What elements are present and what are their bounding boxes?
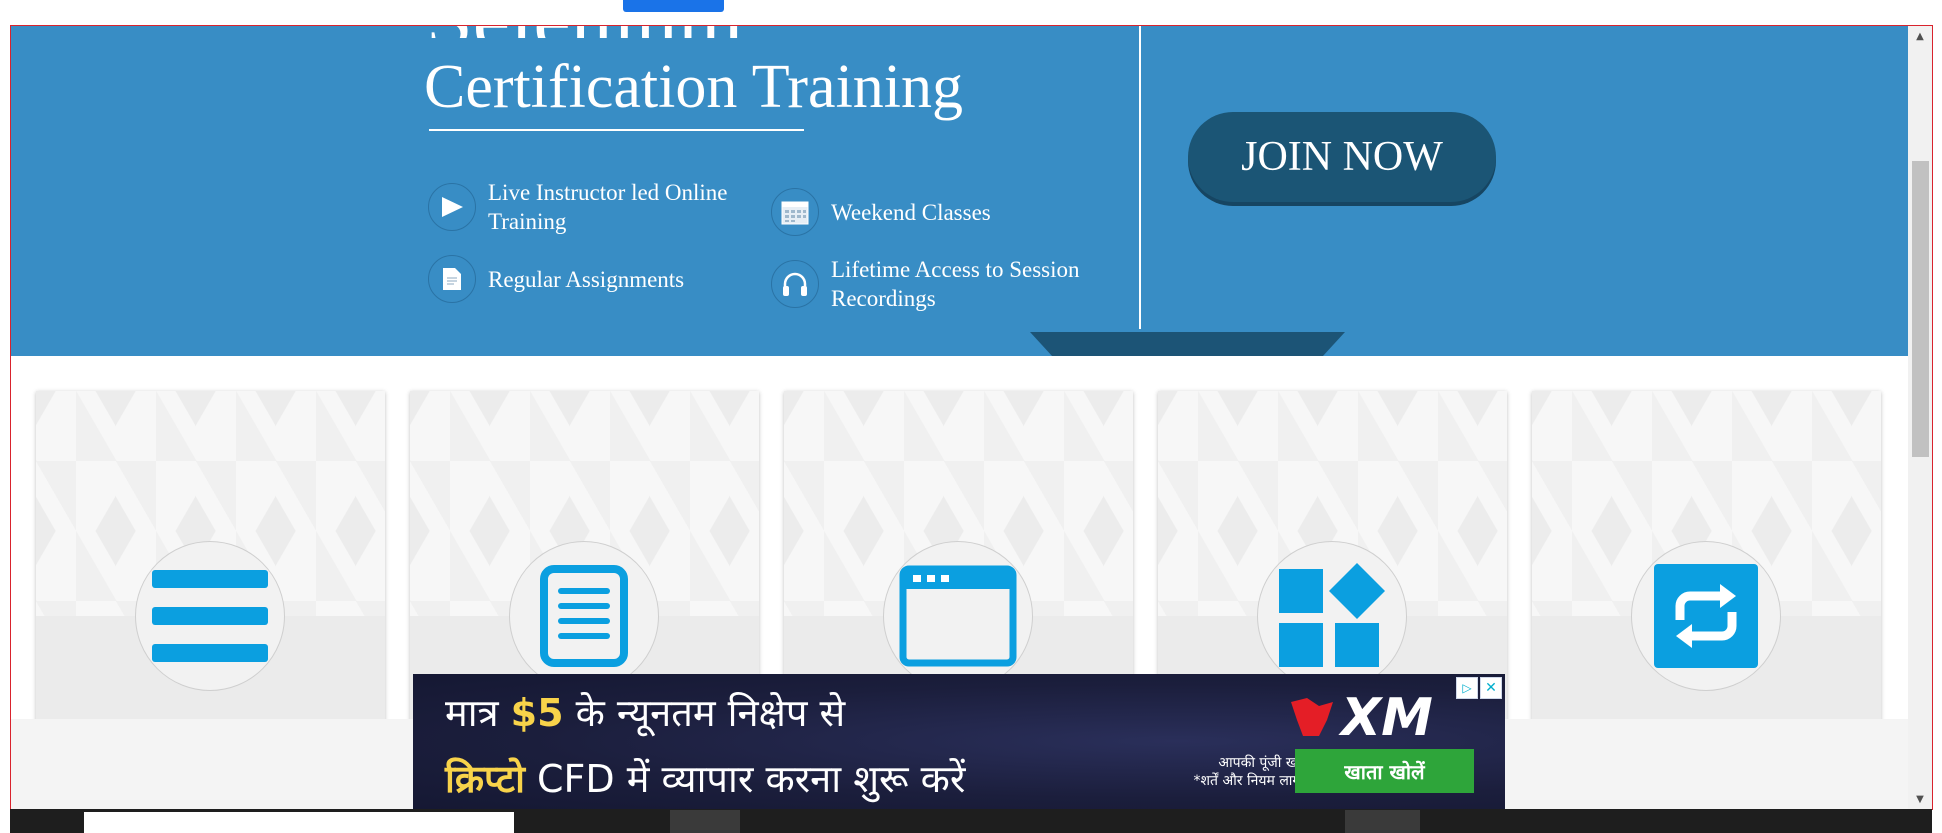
hero-divider: [1139, 26, 1141, 329]
feature-label: Regular Assignments: [488, 266, 685, 292]
document-icon: [428, 255, 476, 303]
ad-headline-1: मात्र $5 के न्यूनतम निक्षेप से: [445, 691, 846, 735]
xm-bull-icon: [1291, 698, 1333, 736]
repeat-arrows-icon: [1631, 541, 1781, 691]
close-icon[interactable]: ✕: [1480, 677, 1502, 699]
scroll-up-icon[interactable]: ▲: [1908, 26, 1932, 46]
browser-window-icon: [883, 541, 1033, 691]
hero-title-top: Selenium: [426, 26, 743, 38]
menu-lines-icon: [135, 541, 285, 691]
top-strip: [0, 0, 1942, 25]
feature-assignments: Regular Assignments: [428, 255, 748, 303]
feature-weekend-classes: Weekend Classes: [771, 188, 1091, 236]
xm-logo: XM: [1289, 688, 1433, 748]
hero-underline: [429, 129, 804, 131]
document-lines-icon: [509, 541, 659, 691]
open-account-button[interactable]: खाता खोलें: [1295, 749, 1474, 793]
scroll-down-icon[interactable]: ▼: [1908, 789, 1932, 809]
hero-ribbon: [1030, 332, 1345, 356]
adchoices-icon[interactable]: ▷: [1456, 677, 1478, 699]
ad-headline-2: क्रिप्टो CFD में व्यापार करना शुरू करें: [445, 757, 966, 801]
course-card[interactable]: [1532, 391, 1881, 731]
play-icon: [428, 183, 476, 231]
advertisement-banner[interactable]: मात्र $5 के न्यूनतम निक्षेप से क्रिप्टो …: [413, 674, 1505, 809]
page-frame: Selenium Certification Training Live Ins…: [10, 25, 1933, 810]
feature-recordings: Lifetime Access to Session Recordings: [771, 255, 1091, 313]
headphones-icon: [771, 260, 819, 308]
feature-label: Live Instructor led Online Training: [488, 180, 728, 234]
feature-label: Weekend Classes: [831, 199, 991, 225]
join-now-button[interactable]: JOIN NOW: [1188, 112, 1496, 202]
bottom-bar-block: [84, 812, 514, 833]
feature-live-training: Live Instructor led Online Training: [428, 178, 748, 236]
top-blue-button[interactable]: [623, 0, 724, 12]
hero-title: Certification Training: [424, 53, 964, 121]
hero-banner: Selenium Certification Training Live Ins…: [11, 26, 1908, 356]
bottom-bar-block: [670, 810, 740, 833]
course-card[interactable]: [36, 391, 385, 731]
vertical-scrollbar[interactable]: ▲ ▼: [1908, 26, 1932, 809]
bottom-bar-block: [1345, 810, 1420, 833]
blocks-icon: [1257, 541, 1407, 691]
feature-label: Lifetime Access to Session Recordings: [831, 257, 1080, 311]
scroll-thumb[interactable]: [1912, 161, 1929, 457]
calendar-icon: [771, 188, 819, 236]
